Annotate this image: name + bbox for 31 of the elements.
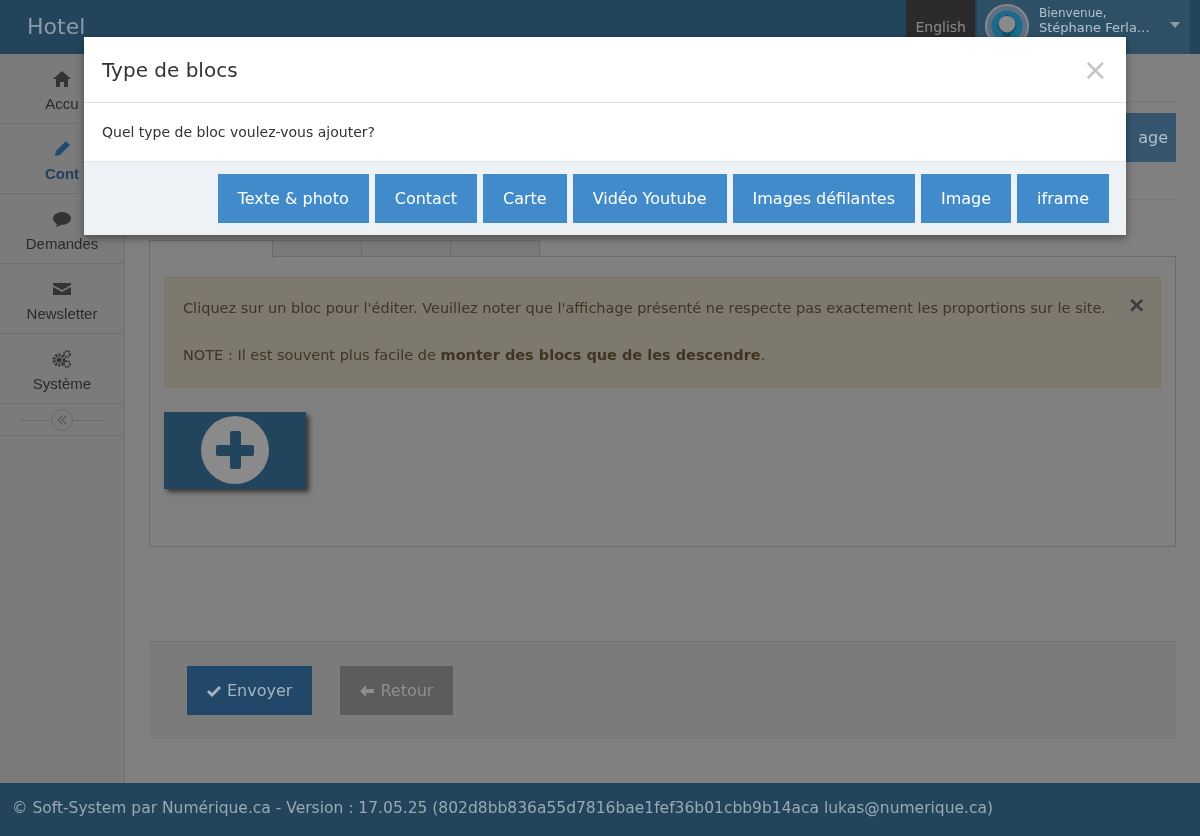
checkmark-icon [207, 684, 221, 697]
tab[interactable] [272, 240, 362, 256]
block-type-button[interactable]: Images défilantes [732, 174, 915, 223]
collapse-button[interactable] [51, 408, 73, 431]
send-button[interactable]: Envoyer [187, 666, 313, 715]
block-type-button[interactable]: iframe [1017, 174, 1109, 223]
caret-icon [1170, 22, 1180, 28]
gears-icon [52, 348, 72, 369]
app-brand: Hotel [26, 13, 87, 41]
greeting-text: Bienvenue, [1039, 5, 1108, 21]
sidebar-item[interactable]: Système [0, 334, 124, 404]
alert-text: Cliquez sur un bloc pour l'éditer. Veuillez noter que l'affichage présenté ne respecte pas exactement les proportions sur le site. [183, 299, 1107, 318]
footer-text: © Soft-System par Numérique.ca - Version : 17.05.25 (802d8bb836a55d7816bae1fef36b01cbb9b14aca lukas@numerique.ca) [0, 783, 1200, 836]
double-chevron-icon [57, 414, 67, 425]
plus-icon [201, 416, 269, 485]
block-type-button[interactable]: Texte & photo [217, 174, 369, 223]
block-type-button[interactable]: Image [921, 174, 1012, 223]
sidebar-item[interactable]: Newsletter [0, 264, 124, 334]
arrow-left-icon [360, 684, 375, 697]
tab[interactable] [149, 240, 273, 258]
add-block-button[interactable] [164, 411, 306, 489]
pencil-icon [52, 138, 72, 159]
tab[interactable] [450, 240, 540, 256]
alert-note: NOTE : Il est souvent plus facile de monter des blocs que de les descendre. [183, 346, 767, 366]
block-type-button[interactable]: Contact [374, 174, 477, 223]
home-icon [52, 68, 72, 89]
tab[interactable] [361, 240, 451, 256]
block-type-button[interactable]: Carte [482, 174, 567, 223]
close-button[interactable]: × [1127, 294, 1146, 316]
block-type-button[interactable]: Vidéo Youtube [572, 174, 727, 223]
user-name: Stéphane Ferla… [1039, 20, 1150, 36]
